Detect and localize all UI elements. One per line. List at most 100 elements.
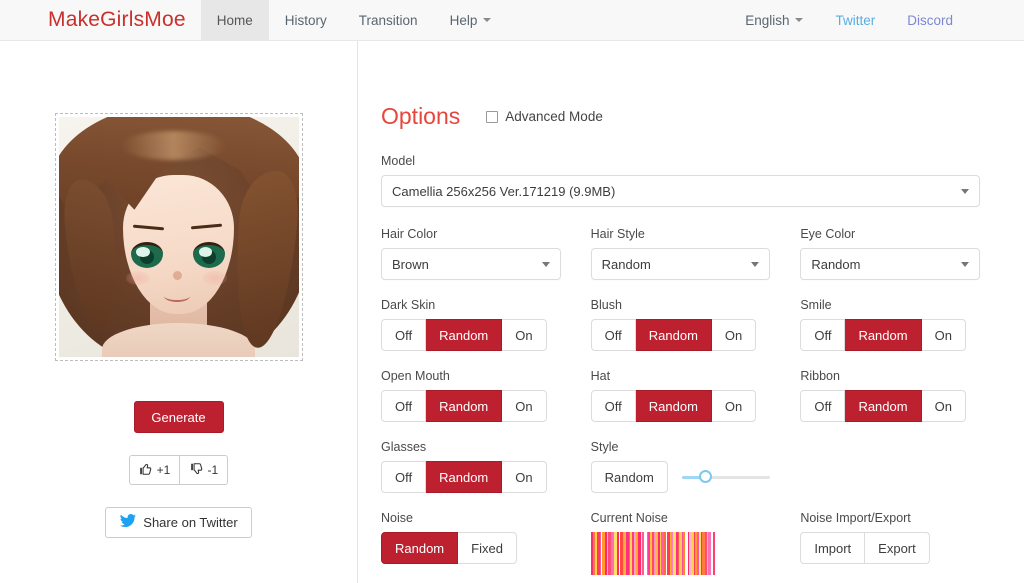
chevron-down-icon [795,18,803,22]
nav-item-language[interactable]: English [729,0,819,40]
noise-import-button[interactable]: Import [800,532,865,564]
noise-fixed[interactable]: Fixed [458,532,517,564]
style-field: Style Random [591,440,771,493]
smile-on[interactable]: On [922,319,966,351]
eye-color-select[interactable]: Random [800,248,980,280]
chevron-down-icon [542,262,550,267]
nav-right-items: English Twitter Discord [729,0,1024,40]
advanced-mode-checkbox[interactable] [486,111,498,123]
style-value-button[interactable]: Random [591,461,668,493]
model-select[interactable]: Camellia 256x256 Ver.171219 (9.9MB) [381,175,980,207]
vote-down-button[interactable]: -1 [180,455,228,485]
nav-left-items: Home History Transition Help [201,0,508,40]
glasses-on[interactable]: On [502,461,546,493]
nav-item-discord[interactable]: Discord [891,0,969,40]
nav-item-twitter[interactable]: Twitter [819,0,891,40]
nav-item-discord-label: Discord [907,13,953,28]
dark-skin-random[interactable]: Random [426,319,502,351]
hair-style-label: Hair Style [591,227,771,241]
blush-label: Blush [591,298,771,312]
generate-button[interactable]: Generate [134,401,224,433]
noise-export-button[interactable]: Export [865,532,930,564]
style-slider[interactable] [682,470,771,484]
generate-button-label: Generate [151,410,205,425]
vote-up-button[interactable]: +1 [129,455,181,485]
generated-portrait-image [59,117,299,357]
smile-random[interactable]: Random [845,319,921,351]
nav-item-transition[interactable]: Transition [343,0,434,40]
chevron-down-icon [483,18,491,22]
hat-label: Hat [591,369,771,383]
hair-color-field: Hair Color Brown [381,227,561,280]
open-mouth-random[interactable]: Random [426,390,502,422]
blush-random[interactable]: Random [636,319,712,351]
glasses-label: Glasses [381,440,561,454]
style-slider-thumb[interactable] [699,470,712,483]
hair-color-select[interactable]: Brown [381,248,561,280]
dark-skin-label: Dark Skin [381,298,561,312]
current-noise-preview [591,532,715,575]
hair-style-select[interactable]: Random [591,248,771,280]
style-row-spacer [800,440,980,493]
share-on-twitter-label: Share on Twitter [143,515,237,530]
nav-item-history[interactable]: History [269,0,343,40]
glasses-off[interactable]: Off [381,461,426,493]
share-on-twitter-button[interactable]: Share on Twitter [105,507,251,538]
open-mouth-on[interactable]: On [502,390,546,422]
blush-toggle-group: Off Random On [591,319,771,351]
noise-label: Noise [381,511,561,525]
model-field: Model Camellia 256x256 Ver.171219 (9.9MB… [381,154,980,207]
ribbon-off[interactable]: Off [800,390,845,422]
chevron-down-icon [961,262,969,267]
eye-color-value: Random [811,257,961,272]
dark-skin-field: Dark Skin Off Random On [381,298,561,351]
hair-style-field: Hair Style Random [591,227,771,280]
model-label: Model [381,154,980,168]
blush-off[interactable]: Off [591,319,636,351]
hat-off[interactable]: Off [591,390,636,422]
noise-toggle-group: Random Fixed [381,532,561,564]
nav-item-twitter-label: Twitter [835,13,875,28]
blush-field: Blush Off Random On [591,298,771,351]
generated-image-frame[interactable] [55,113,303,361]
noise-io-button-group: Import Export [800,532,980,564]
advanced-mode-toggle[interactable]: Advanced Mode [486,109,603,124]
glasses-random[interactable]: Random [426,461,502,493]
hat-toggle-group: Off Random On [591,390,771,422]
nav-item-help[interactable]: Help [434,0,508,40]
hair-color-value: Brown [392,257,542,272]
page-title: Options [381,103,460,130]
dark-skin-off[interactable]: Off [381,319,426,351]
eye-color-field: Eye Color Random [800,227,980,280]
smile-off[interactable]: Off [800,319,845,351]
ribbon-random[interactable]: Random [845,390,921,422]
nav-item-home[interactable]: Home [201,0,269,40]
smile-field: Smile Off Random On [800,298,980,351]
noise-io-label: Noise Import/Export [800,511,980,525]
blush-on[interactable]: On [712,319,756,351]
hat-field: Hat Off Random On [591,369,771,422]
nav-item-history-label: History [285,13,327,28]
nav-item-language-label: English [745,13,789,28]
style-label: Style [591,440,771,454]
eye-color-label: Eye Color [800,227,980,241]
noise-random[interactable]: Random [381,532,458,564]
noise-field: Noise Random Fixed [381,511,561,575]
ribbon-field: Ribbon Off Random On [800,369,980,422]
dark-skin-toggle-group: Off Random On [381,319,561,351]
model-select-value: Camellia 256x256 Ver.171219 (9.9MB) [392,184,961,199]
result-panel: Generate +1 -1 [0,41,358,583]
brand-logo[interactable]: MakeGirlsMoe [0,0,201,40]
options-header: Options Advanced Mode [381,103,980,130]
ribbon-on[interactable]: On [922,390,966,422]
hat-random[interactable]: Random [636,390,712,422]
top-navbar: MakeGirlsMoe Home History Transition Hel… [0,0,1024,41]
smile-label: Smile [800,298,980,312]
hat-on[interactable]: On [712,390,756,422]
options-panel: Options Advanced Mode Model Camellia 256… [358,41,1024,583]
vote-up-label: +1 [157,463,171,477]
attribute-selects-grid: Hair Color Brown Hair Style Random Eye C… [381,227,980,575]
smile-toggle-group: Off Random On [800,319,980,351]
open-mouth-off[interactable]: Off [381,390,426,422]
dark-skin-on[interactable]: On [502,319,546,351]
